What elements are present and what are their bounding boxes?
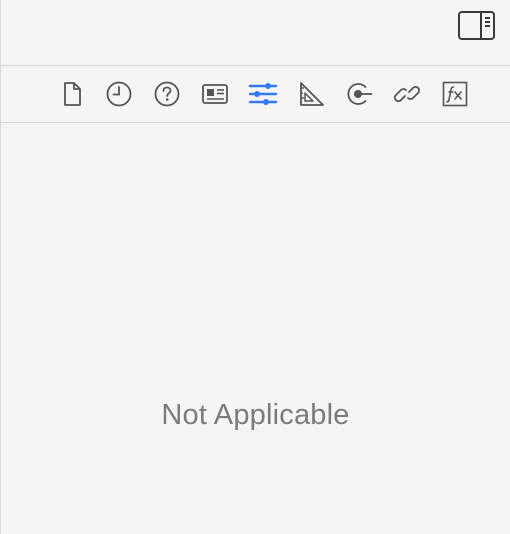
inspector-header	[1, 0, 510, 66]
tab-attributes-inspector[interactable]	[247, 78, 279, 110]
tab-effects-inspector[interactable]	[439, 78, 471, 110]
inspector-panel: Not Applicable	[0, 0, 510, 534]
tab-file-inspector[interactable]	[56, 78, 88, 110]
sidebar-right-icon	[458, 11, 495, 45]
tab-bindings-inspector[interactable]	[391, 78, 423, 110]
inspector-content: Not Applicable	[1, 123, 510, 534]
connection-target-icon	[344, 80, 374, 108]
file-icon	[60, 81, 84, 107]
inspector-tab-bar	[1, 66, 510, 123]
ruler-triangle-icon	[297, 80, 325, 108]
help-icon	[153, 80, 181, 108]
sidebar-toggle-button[interactable]	[458, 11, 495, 45]
tab-quick-help[interactable]	[151, 78, 183, 110]
tab-size-inspector[interactable]	[295, 78, 327, 110]
tab-identity-inspector[interactable]	[199, 78, 231, 110]
sliders-icon	[248, 80, 278, 108]
link-icon	[393, 80, 421, 108]
identity-card-icon	[201, 82, 229, 106]
function-fx-icon	[441, 80, 469, 108]
tab-history-inspector[interactable]	[103, 78, 135, 110]
clock-icon	[105, 80, 133, 108]
tab-connections-inspector[interactable]	[343, 78, 375, 110]
empty-state-label: Not Applicable	[161, 399, 350, 431]
